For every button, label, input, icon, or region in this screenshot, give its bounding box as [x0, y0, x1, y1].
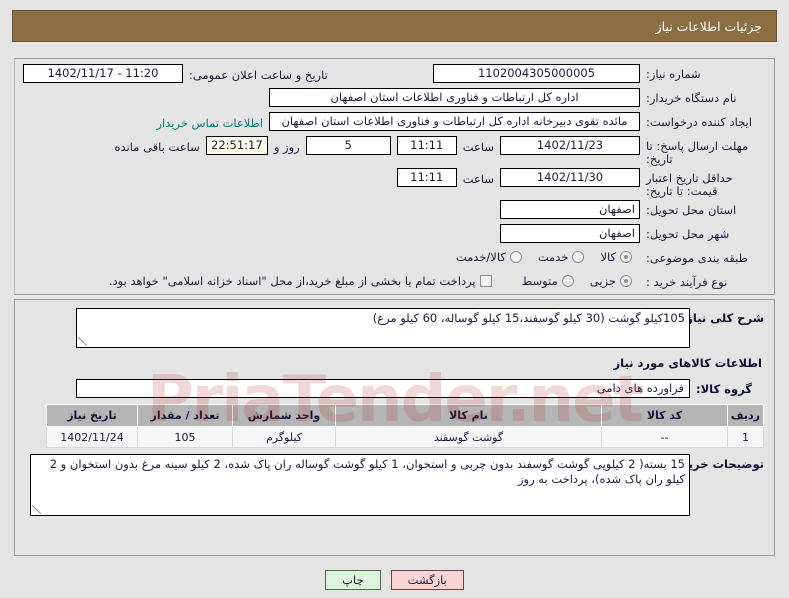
goods-table-col-code: کد کالا — [601, 404, 728, 427]
buyer-notes-label: توضیحات خریدار: — [666, 457, 764, 471]
cell-quantity: 105 — [137, 426, 233, 448]
cell-code: -- — [601, 426, 728, 448]
requester-label: ایجاد کننده درخواست: — [646, 115, 752, 129]
row-subject-category: طبقه بندی موضوعی: کالا خدمت کالا/خدمت — [23, 248, 762, 270]
row-price-validity: حداقل تاریخ اعتبار قیمت: تا تاریخ: 1402/… — [23, 168, 762, 198]
remaining-countdown-label: ساعت باقی مانده — [114, 139, 200, 154]
buyer-org-input[interactable]: اداره کل ارتباطات و فناوری اطلاعات استان… — [269, 88, 640, 107]
subject-category-option-kala-khedmat[interactable]: کالا/خدمت — [446, 248, 522, 264]
goods-table-col-name: نام کالا — [335, 404, 602, 427]
delivery-province-input[interactable]: اصفهان — [500, 200, 640, 219]
subject-category-option-kala-khedmat-label: کالا/خدمت — [455, 250, 506, 264]
cell-index: 1 — [727, 426, 764, 448]
purchase-process-label: نوع فرآیند خرید : — [646, 275, 728, 289]
row-delivery-province: استان محل تحویل: اصفهان — [23, 200, 762, 222]
price-validity-date-input[interactable]: 1402/11/30 — [500, 168, 640, 187]
requester-input[interactable]: مائده تقوی دبیرخانه اداره کل ارتباطات و … — [269, 112, 640, 131]
back-button[interactable]: بازگشت — [390, 570, 464, 590]
price-validity-time-label: ساعت — [462, 171, 494, 186]
delivery-city-label: شهر محل تحویل: — [646, 227, 730, 241]
subject-category-option-khedmat-label: خدمت — [537, 250, 569, 264]
goods-table-col-date: تاریخ نیاز — [46, 404, 138, 427]
print-button[interactable]: چاپ — [325, 570, 381, 590]
buyer-notes-textarea[interactable]: 15 بسته( 2 کیلویی گوشت گوسفند بدون چربی … — [30, 454, 690, 516]
row-goods-group: گروه کالا: فراورده های دامی — [25, 379, 764, 398]
page-title: جزئیات اطلاعات نیاز — [655, 18, 762, 34]
need-info-panel: شماره نیاز: 1102004305000005 تاریخ و ساع… — [14, 58, 775, 295]
need-description-textarea[interactable]: 105کیلو گوشت (30 کیلو گوسفند،15 کیلو گوس… — [76, 308, 690, 348]
footer-actions: بازگشت چاپ — [0, 570, 789, 590]
remaining-days-input: 5 — [305, 136, 391, 155]
cell-name: گوشت گوسفند — [335, 426, 602, 448]
table-row[interactable]: 1 -- گوشت گوسفند کیلوگرم 105 1402/11/24 — [46, 426, 764, 448]
subject-category-option-khedmat[interactable]: خدمت — [528, 248, 585, 264]
radio-icon-kala[interactable] — [620, 251, 632, 263]
delivery-city-input[interactable]: اصفهان — [500, 224, 640, 243]
goods-table: ردیف کد کالا نام کالا واحد شمارش تعداد /… — [46, 404, 764, 448]
radio-icon-khedmat[interactable] — [572, 251, 585, 263]
row-requester: ایجاد کننده درخواست: مائده تقوی دبیرخانه… — [23, 112, 762, 134]
remaining-countdown-input: 22:51:17 — [205, 136, 268, 155]
radio-icon-motevaset[interactable] — [561, 275, 574, 287]
need-number-input[interactable]: 1102004305000005 — [433, 64, 640, 83]
public-announce-input[interactable]: 11:20 - 1402/11/17 — [23, 64, 183, 83]
subject-category-label: طبقه بندی موضوعی: — [646, 251, 748, 265]
buyer-org-label: نام دستگاه خریدار: — [646, 91, 737, 105]
purchase-process-option-motevaset-label: متوسط — [521, 274, 558, 288]
response-deadline-date-input[interactable]: 1402/11/23 — [500, 136, 640, 155]
goods-info-panel: شرح کلی نیاز: 105کیلو گوشت (30 کیلو گوسف… — [14, 299, 775, 556]
goods-table-col-quantity: تعداد / مقدار — [137, 404, 233, 427]
price-validity-label: حداقل تاریخ اعتبار قیمت: تا تاریخ: — [646, 171, 733, 198]
cell-unit: کیلوگرم — [232, 426, 336, 448]
checkbox-icon-treasury-docs[interactable] — [479, 275, 492, 287]
goods-table-col-index: ردیف — [727, 404, 764, 427]
response-deadline-time-input[interactable]: 11:11 — [396, 136, 457, 155]
need-description-label: شرح کلی نیاز: — [681, 311, 764, 325]
delivery-province-label: استان محل تحویل: — [646, 203, 737, 217]
row-response-deadline: مهلت ارسال پاسخ: تا تاریخ: 1402/11/23 سا… — [23, 136, 762, 166]
treasury-docs-checkbox-label: پرداخت تمام یا بخشی از مبلغ خرید،از محل … — [108, 274, 476, 288]
row-need-description: شرح کلی نیاز: 105کیلو گوشت (30 کیلو گوسف… — [25, 308, 764, 348]
radio-icon-jozee[interactable] — [620, 275, 632, 287]
row-delivery-city: شهر محل تحویل: اصفهان — [23, 224, 762, 246]
goods-group-input[interactable]: فراورده های دامی — [76, 379, 690, 398]
goods-section-title: اطلاعات کالاهای مورد نیاز — [613, 356, 762, 370]
treasury-docs-checkbox-group[interactable]: پرداخت تمام یا بخشی از مبلغ خرید،از محل … — [109, 272, 492, 288]
page-title-bar: جزئیات اطلاعات نیاز — [12, 10, 777, 42]
price-validity-time-input[interactable]: 11:11 — [396, 168, 457, 187]
need-details-page: جزئیات اطلاعات نیاز PriaTender.net شماره… — [0, 0, 789, 598]
goods-table-col-unit: واحد شمارش — [232, 404, 336, 427]
response-deadline-label: مهلت ارسال پاسخ: تا تاریخ: — [646, 139, 749, 166]
remaining-days-label: روز و — [273, 139, 300, 154]
purchase-process-option-motevaset[interactable]: متوسط — [512, 272, 574, 288]
public-announce-label: تاریخ و ساعت اعلان عمومی: — [189, 67, 328, 82]
response-deadline-time-label: ساعت — [462, 139, 494, 154]
purchase-process-option-jozee[interactable]: جزیی — [580, 272, 632, 288]
subject-category-option-kala-label: کالا — [600, 250, 616, 264]
cell-need-date: 1402/11/24 — [46, 426, 138, 448]
purchase-process-option-jozee-label: جزیی — [589, 274, 616, 288]
goods-group-label: گروه کالا: — [696, 382, 752, 396]
row-need-number: شماره نیاز: 1102004305000005 تاریخ و ساع… — [23, 64, 762, 86]
need-number-label: شماره نیاز: — [646, 67, 701, 81]
subject-category-option-kala[interactable]: کالا — [590, 248, 632, 264]
row-buyer-notes: توضیحات خریدار: 15 بسته( 2 کیلویی گوشت گ… — [25, 454, 764, 516]
radio-icon-kala-khedmat[interactable] — [509, 251, 522, 263]
goods-table-header-row: ردیف کد کالا نام کالا واحد شمارش تعداد /… — [46, 404, 764, 427]
row-purchase-process: نوع فرآیند خرید : جزیی متوسط پرداخت تمام… — [23, 272, 762, 294]
row-buyer-org: نام دستگاه خریدار: اداره کل ارتباطات و ف… — [23, 88, 762, 110]
buyer-contact-link[interactable]: اطلاعات تماس خریدار — [156, 114, 263, 130]
